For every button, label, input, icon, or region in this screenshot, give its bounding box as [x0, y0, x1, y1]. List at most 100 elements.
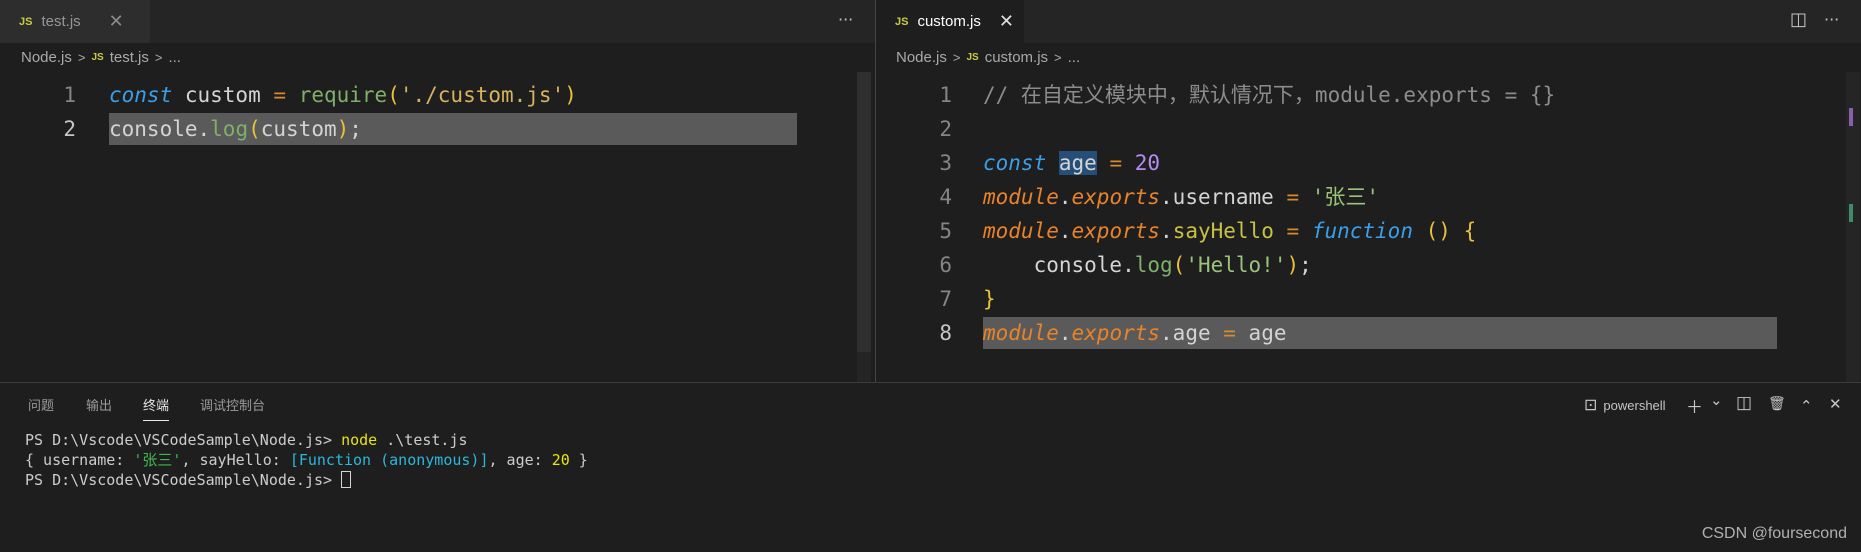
- panel-tab[interactable]: 终端: [143, 395, 170, 421]
- code-text: }: [983, 282, 996, 316]
- close-icon[interactable]: ✕: [999, 11, 1014, 32]
- code-token: .age: [1160, 321, 1224, 345]
- left-editor-group: JS test.js ✕ ··· Node.js > JS test.js > …: [0, 0, 875, 382]
- vertical-scrollbar[interactable]: [857, 72, 871, 382]
- code-token: // 在自定义模块中，默认情况下，module.exports = {}: [983, 83, 1556, 107]
- js-file-icon: JS: [966, 52, 979, 63]
- breadcrumb-more[interactable]: ...: [168, 49, 181, 66]
- code-token: =: [1109, 151, 1123, 175]
- code-line: 2: [876, 112, 1861, 146]
- right-editor-group: JS custom.js ✕ ◫ ··· Node.js > JS custom…: [875, 0, 1861, 382]
- scrollbar-thumb[interactable]: [857, 72, 871, 352]
- watermark: CSDN @foursecond: [1701, 525, 1847, 542]
- scrollbar-marker: [1849, 108, 1853, 126]
- code-token: ): [564, 83, 577, 107]
- code-text: module.exports.age = age: [983, 316, 1286, 350]
- close-panel-icon[interactable]: ✕: [1829, 395, 1842, 413]
- code-token: .: [1058, 321, 1072, 345]
- code-text: const custom = require('./custom.js'): [109, 78, 577, 112]
- chevron-down-icon[interactable]: ⌄: [1710, 391, 1723, 409]
- breadcrumb-file[interactable]: custom.js: [985, 49, 1048, 66]
- terminal-cursor: [341, 471, 352, 488]
- terminal-text: node: [341, 431, 378, 449]
- more-actions-icon[interactable]: ···: [1824, 10, 1839, 29]
- more-actions-icon[interactable]: ···: [838, 10, 853, 29]
- terminal-icon: ⊡: [1584, 397, 1598, 414]
- code-token: module: [983, 321, 1059, 345]
- line-number: 3: [939, 151, 952, 175]
- code-line: 6 console.log('Hello!');: [876, 248, 1861, 282]
- terminal-line: PS D:\Vscode\VSCodeSample\Node.js>: [25, 470, 352, 490]
- breadcrumb-more[interactable]: ...: [1068, 49, 1081, 66]
- chevron-right-icon: >: [1054, 50, 1062, 65]
- terminal-shell-selector[interactable]: ⊡ powershell: [1584, 395, 1666, 415]
- maximize-panel-icon[interactable]: ⌃: [1800, 397, 1813, 415]
- shell-label: powershell: [1603, 397, 1666, 413]
- add-terminal-icon[interactable]: ＋: [1686, 393, 1703, 418]
- right-tab-bar: JS custom.js ✕ ◫ ···: [876, 0, 1861, 43]
- code-token: custom: [260, 117, 337, 141]
- code-editor-custom-js[interactable]: 1 // 在自定义模块中，默认情况下，module.exports = {} 2 3 c…: [876, 72, 1861, 382]
- tab-label: test.js: [41, 13, 81, 30]
- code-token: custom: [172, 83, 274, 107]
- terminal-text: { username:: [25, 451, 134, 469]
- code-line: 1 const custom = require('./custom.js'): [0, 78, 875, 112]
- code-line: 1 // 在自定义模块中，默认情况下，module.exports = {}: [876, 78, 1861, 112]
- panel-tab[interactable]: 调试控制台: [200, 395, 265, 414]
- breadcrumb-folder[interactable]: Node.js: [21, 49, 72, 66]
- terminal-text: 20: [551, 451, 570, 469]
- code-token: exports: [1071, 219, 1161, 243]
- left-tab-bar: JS test.js ✕ ···: [0, 0, 875, 43]
- code-token: log: [1134, 253, 1173, 277]
- code-line: 4 module.exports.username = '张三': [876, 180, 1861, 214]
- panel-tab[interactable]: 输出: [86, 395, 112, 414]
- terminal-text: , sayHello:: [181, 451, 290, 469]
- code-token: console.: [983, 253, 1135, 277]
- js-file-icon: JS: [895, 15, 909, 28]
- chevron-right-icon: >: [154, 50, 163, 65]
- code-token: ): [1286, 253, 1300, 277]
- tab-custom-js[interactable]: JS custom.js ✕: [876, 0, 1024, 43]
- close-icon[interactable]: ✕: [109, 11, 124, 32]
- code-token: '张三': [1311, 185, 1380, 209]
- split-editor-icon[interactable]: ◫: [1790, 9, 1807, 30]
- terminal-text: , age:: [488, 451, 552, 469]
- split-terminal-icon[interactable]: ◫: [1736, 393, 1752, 413]
- vertical-scrollbar[interactable]: [1846, 72, 1860, 382]
- line-number: 1: [63, 83, 76, 107]
- breadcrumb: Node.js > JS custom.js > ...: [876, 43, 1861, 72]
- terminal-line: { username: '张三', sayHello: [Function (a…: [25, 450, 588, 470]
- code-token: const: [983, 151, 1047, 175]
- line-number: 5: [939, 219, 952, 243]
- line-number: 2: [63, 117, 76, 141]
- code-token: .: [1058, 219, 1072, 243]
- line-number: 6: [939, 253, 952, 277]
- tab-test-js[interactable]: JS test.js ✕: [0, 0, 150, 43]
- line-number: 8: [939, 321, 952, 345]
- line-number: 7: [939, 287, 952, 311]
- code-token: (: [1172, 253, 1186, 277]
- trash-icon[interactable]: 🗑: [1768, 395, 1786, 412]
- code-token: =: [1286, 219, 1300, 243]
- breadcrumb-folder[interactable]: Node.js: [896, 49, 947, 66]
- terminal-line: PS D:\Vscode\VSCodeSample\Node.js> node …: [25, 430, 468, 450]
- breadcrumb-file[interactable]: test.js: [110, 49, 149, 66]
- code-text: module.exports.username = '张三': [983, 180, 1379, 214]
- code-token: ): [336, 117, 350, 141]
- panel-tab[interactable]: 问题: [28, 395, 54, 414]
- code-editor-test-js[interactable]: 1 const custom = require('./custom.js') 2 c…: [0, 72, 875, 382]
- code-token: 20: [1134, 151, 1161, 175]
- chevron-right-icon: >: [952, 50, 961, 65]
- code-token: module: [983, 219, 1059, 243]
- scrollbar-marker: [1849, 204, 1853, 222]
- terminal-text: '张三': [133, 451, 182, 469]
- code-text: // 在自定义模块中，默认情况下，module.exports = {}: [983, 78, 1555, 112]
- code-text: module.exports.sayHello = function () {: [983, 214, 1476, 248]
- code-token: log: [210, 117, 249, 141]
